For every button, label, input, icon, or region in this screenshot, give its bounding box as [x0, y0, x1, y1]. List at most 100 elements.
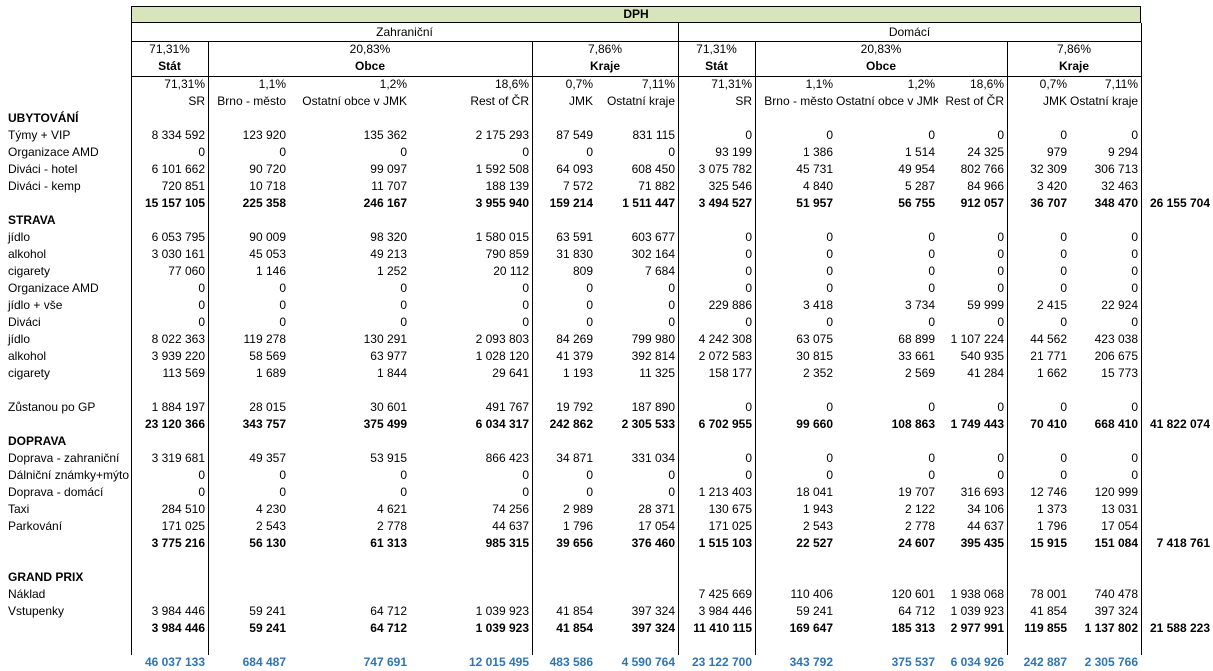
value-cell[interactable]: 1 039 923 [410, 603, 532, 620]
value-cell[interactable]: 0 [938, 127, 1007, 144]
value-cell[interactable]: 229 886 [678, 297, 755, 314]
value-cell[interactable]: 3 734 [836, 297, 938, 314]
row-label[interactable]: alkohol [0, 246, 131, 263]
value-cell[interactable]: 99 660 [755, 416, 836, 433]
value-cell[interactable]: 1 514 [836, 144, 938, 161]
value-cell[interactable]: 2 305 766 [1070, 654, 1141, 671]
value-cell[interactable]: 1 028 120 [410, 348, 532, 365]
value-cell[interactable]: 11 707 [289, 178, 410, 195]
value-cell[interactable]: 0 [678, 246, 755, 263]
value-cell[interactable]: 3 984 446 [678, 603, 755, 620]
value-cell[interactable]: 7 425 669 [678, 586, 755, 603]
value-cell[interactable]: 0 [1070, 246, 1141, 263]
value-cell[interactable]: 28 015 [208, 399, 289, 416]
column-pct[interactable]: 7,11% [1070, 76, 1141, 93]
value-cell[interactable]: 0 [755, 127, 836, 144]
column-name[interactable]: Ostatní kraje [1070, 93, 1141, 110]
value-cell[interactable]: 1 515 103 [678, 535, 755, 552]
value-cell[interactable]: 22 924 [1070, 297, 1141, 314]
value-cell[interactable]: 2 977 991 [938, 620, 1007, 637]
value-cell[interactable]: 799 980 [596, 331, 678, 348]
value-cell[interactable] [410, 586, 532, 603]
value-cell[interactable]: 1 884 197 [131, 399, 208, 416]
row-label[interactable]: Náklad [0, 586, 131, 603]
value-cell[interactable]: 187 890 [596, 399, 678, 416]
value-cell[interactable]: 3 494 527 [678, 195, 755, 212]
value-cell[interactable]: 2 543 [755, 518, 836, 535]
value-cell[interactable]: 0 [836, 127, 938, 144]
value-cell[interactable]: 3 075 782 [678, 161, 755, 178]
value-cell[interactable]: 809 [532, 263, 596, 280]
value-cell[interactable]: 0 [410, 297, 532, 314]
value-cell[interactable]: 0 [1070, 399, 1141, 416]
value-cell[interactable]: 0 [410, 467, 532, 484]
value-cell[interactable]: 423 038 [1070, 331, 1141, 348]
column-pct[interactable]: 1,2% [836, 76, 938, 93]
column-pct[interactable]: 7,11% [596, 76, 678, 93]
value-cell[interactable]: 1 943 [755, 501, 836, 518]
value-cell[interactable]: 64 712 [289, 603, 410, 620]
column-pct[interactable]: 0,7% [532, 76, 596, 93]
value-cell[interactable]: 39 656 [532, 535, 596, 552]
value-cell[interactable]: 51 957 [755, 195, 836, 212]
value-cell[interactable]: 0 [131, 484, 208, 501]
value-cell[interactable]: 0 [836, 467, 938, 484]
value-cell[interactable]: 720 851 [131, 178, 208, 195]
value-cell[interactable]: 4 840 [755, 178, 836, 195]
value-cell[interactable]: 668 410 [1070, 416, 1141, 433]
value-cell[interactable]: 206 675 [1070, 348, 1141, 365]
value-cell[interactable]: 0 [678, 314, 755, 331]
column-name[interactable]: Rest of ČR [938, 93, 1007, 110]
value-cell[interactable]: 2 569 [836, 365, 938, 382]
value-cell[interactable]: 151 084 [1070, 535, 1141, 552]
value-cell[interactable]: 1 373 [1007, 501, 1070, 518]
value-cell[interactable]: 1 796 [1007, 518, 1070, 535]
value-cell[interactable]: 1 938 068 [938, 586, 1007, 603]
row-label[interactable]: Zůstanou po GP [0, 399, 131, 416]
value-cell[interactable]: 24 607 [836, 535, 938, 552]
row-label[interactable]: Týmy + VIP [0, 127, 131, 144]
value-cell[interactable]: 93 199 [678, 144, 755, 161]
value-cell[interactable]: 34 106 [938, 501, 1007, 518]
row-grand-total[interactable]: 7 418 761 [1141, 535, 1213, 552]
value-cell[interactable]: 0 [208, 280, 289, 297]
value-cell[interactable]: 13 031 [1070, 501, 1141, 518]
value-cell[interactable]: 8 334 592 [131, 127, 208, 144]
value-cell[interactable]: 6 053 795 [131, 229, 208, 246]
value-cell[interactable]: 397 324 [596, 603, 678, 620]
value-cell[interactable]: 491 767 [410, 399, 532, 416]
value-cell[interactable]: 22 527 [755, 535, 836, 552]
value-cell[interactable]: 0 [938, 467, 1007, 484]
value-cell[interactable]: 0 [755, 467, 836, 484]
row-label[interactable]: Parkování [0, 518, 131, 535]
row-label[interactable]: cigarety [0, 365, 131, 382]
value-cell[interactable]: 74 256 [410, 501, 532, 518]
section-heading[interactable]: GRAND PRIX [0, 569, 131, 586]
value-cell[interactable]: 41 854 [532, 620, 596, 637]
value-cell[interactable]: 866 423 [410, 450, 532, 467]
section-heading[interactable]: STRAVA [0, 212, 131, 229]
column-name[interactable]: Ostatní obce v JMK [836, 93, 938, 110]
value-cell[interactable]: 2 072 583 [678, 348, 755, 365]
value-cell[interactable]: 0 [1070, 280, 1141, 297]
value-cell[interactable]: 110 406 [755, 586, 836, 603]
value-cell[interactable]: 284 510 [131, 501, 208, 518]
value-cell[interactable]: 0 [938, 450, 1007, 467]
value-cell[interactable]: 0 [289, 280, 410, 297]
value-cell[interactable]: 90 009 [208, 229, 289, 246]
value-cell[interactable]: 0 [938, 229, 1007, 246]
row-label[interactable]: cigarety [0, 263, 131, 280]
row-label[interactable]: jídlo + vše [0, 297, 131, 314]
value-cell[interactable] [208, 586, 289, 603]
row-label[interactable]: Diváci - hotel [0, 161, 131, 178]
value-cell[interactable]: 99 097 [289, 161, 410, 178]
value-cell[interactable]: 49 954 [836, 161, 938, 178]
value-cell[interactable]: 348 470 [1070, 195, 1141, 212]
value-cell[interactable]: 0 [836, 399, 938, 416]
value-cell[interactable]: 4 590 764 [596, 654, 678, 671]
value-cell[interactable]: 979 [1007, 144, 1070, 161]
value-cell[interactable]: 44 637 [938, 518, 1007, 535]
value-cell[interactable]: 302 164 [596, 246, 678, 263]
row-label[interactable]: jídlo [0, 331, 131, 348]
row-label[interactable]: Diváci - kemp [0, 178, 131, 195]
